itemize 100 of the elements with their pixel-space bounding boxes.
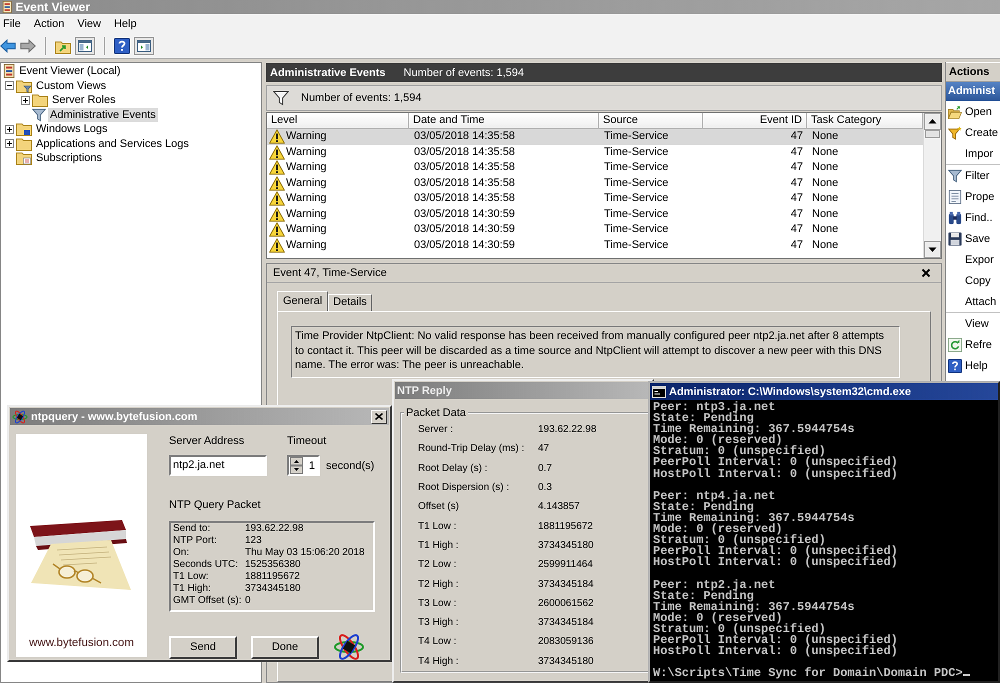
table-row[interactable]: Warning 03/05/2018 14:35:58 Time-Service 47 None <box>267 160 923 176</box>
expand-icon[interactable] <box>20 96 30 105</box>
table-cell-text: None <box>811 206 840 222</box>
command-link[interactable]: Expor <box>946 249 1000 270</box>
server-address-field[interactable]: ntp2.ja.net <box>169 455 267 476</box>
panel-layout-icon[interactable] <box>75 36 95 54</box>
unit-label: second(s) <box>326 460 374 472</box>
tree-item[interactable]: Applications and Services Logs <box>34 136 191 151</box>
menu-item[interactable]: Action <box>34 16 64 32</box>
console-line: PeerPoll Interval: 0 (unspecified) <box>653 457 899 469</box>
command-link[interactable]: Find.. <box>946 207 1000 228</box>
collapse-icon[interactable] <box>4 81 14 90</box>
tab[interactable]: Details <box>328 294 372 311</box>
warning-icon <box>269 129 285 144</box>
table-cell: Warning <box>286 222 327 238</box>
close-icon[interactable] <box>921 268 931 278</box>
command-link[interactable]: Open <box>946 101 1000 122</box>
menu-item[interactable]: View <box>77 16 101 32</box>
dialog-button[interactable]: Send <box>169 636 237 658</box>
console-line: Peer: ntp4.ja.net <box>653 490 776 502</box>
column-header[interactable]: Level <box>267 113 409 129</box>
table-cell: Warning <box>286 238 327 253</box>
table-row[interactable]: Warning 03/05/2018 14:30:59 Time-Service 47 None <box>267 206 923 222</box>
table-cell-text: 03/05/2018 14:30:59 <box>413 238 516 253</box>
field-label: T1 Low : <box>418 520 458 532</box>
command-link[interactable]: Refre <box>946 334 1000 355</box>
command-link[interactable]: Copy <box>946 270 1000 291</box>
tree-item[interactable]: Windows Logs <box>34 122 110 136</box>
scroll-thumb[interactable] <box>925 130 940 138</box>
console-line: State: Pending <box>653 502 754 513</box>
menu-item[interactable]: Help <box>114 16 137 32</box>
warning-icon <box>269 206 285 222</box>
console-line: Mode: 0 (reserved) <box>653 435 783 446</box>
table-cell-text: 47 <box>790 144 804 160</box>
table-row[interactable]: Warning 03/05/2018 14:30:59 Time-Service 47 None <box>267 222 923 238</box>
warning-icon <box>269 191 285 206</box>
panel-layout-icon[interactable] <box>134 36 154 54</box>
column-header[interactable]: Event ID <box>703 113 807 129</box>
table-cell-text: 03/05/2018 14:30:59 <box>413 206 516 222</box>
command-link[interactable]: Attach <box>946 291 1000 312</box>
command-link[interactable]: View <box>946 313 1000 334</box>
column-header[interactable]: Date and Time <box>409 113 599 129</box>
command-link[interactable]: Help <box>946 355 1000 376</box>
help-icon[interactable] <box>114 38 130 54</box>
menu-item[interactable]: File <box>3 16 21 32</box>
command-link[interactable]: Prope <box>946 186 1000 207</box>
filter-icon <box>948 168 962 182</box>
warning-icon <box>269 144 285 160</box>
scroll-up-icon[interactable] <box>924 113 941 130</box>
packet-value: 193.62.22.98 <box>245 523 304 535</box>
forward-arrow-icon[interactable] <box>20 38 36 52</box>
column-header[interactable]: Task Category <box>807 113 923 129</box>
filter-icon[interactable] <box>273 90 289 106</box>
details-title: Event 47, Time-Service <box>273 267 387 279</box>
packet-label: Seconds UTC: <box>173 559 240 571</box>
command-link[interactable]: Save <box>946 228 1000 249</box>
warning-icon <box>269 176 285 191</box>
table-row[interactable]: Warning 03/05/2018 14:35:58 Time-Service 47 None <box>267 144 923 160</box>
spin-buttons-icon[interactable] <box>290 457 303 474</box>
folder-icon <box>16 136 32 151</box>
table-row[interactable]: Warning 03/05/2018 14:35:58 Time-Service 47 None <box>267 176 923 191</box>
tree-item[interactable]: Custom Views <box>34 78 108 93</box>
dialog-button[interactable]: Done <box>251 636 319 658</box>
scroll-down-icon[interactable] <box>924 241 941 258</box>
tree-item[interactable]: Administrative Events <box>48 108 158 122</box>
expand-icon[interactable] <box>4 139 14 148</box>
tree-item[interactable]: Event Viewer (Local) <box>17 64 123 78</box>
table-row[interactable]: Warning 03/05/2018 14:30:59 Time-Service 47 None <box>267 238 923 253</box>
command-link[interactable]: Impor <box>946 143 1000 164</box>
table-row[interactable]: Warning 03/05/2018 14:35:58 Time-Service 47 None <box>267 129 923 144</box>
field-label: Timeout <box>287 434 326 448</box>
table-cell-text: 47 <box>790 129 804 144</box>
document-icon <box>948 190 962 204</box>
table-cell-text: 03/05/2018 14:35:58 <box>413 176 516 191</box>
tab[interactable]: General <box>277 291 328 311</box>
section-header[interactable]: Administ <box>946 82 1000 101</box>
refresh-icon <box>948 338 962 352</box>
timeout-field[interactable]: 1 <box>287 455 320 476</box>
table-cell: Warning <box>286 176 327 191</box>
field-value: 2600061562 <box>538 598 595 609</box>
command-link[interactable]: Create <box>946 122 1000 143</box>
tree-item[interactable]: Subscriptions <box>34 151 104 166</box>
table-cell-text: 47 <box>790 191 804 206</box>
column-header[interactable]: Source <box>599 113 703 129</box>
command-link[interactable]: Filter <box>946 165 1000 186</box>
table-row[interactable]: Warning 03/05/2018 14:35:58 Time-Service 47 None <box>267 191 923 206</box>
console-line: Mode: 0 (reserved) <box>653 612 783 624</box>
table-cell-text: None <box>811 238 840 253</box>
close-icon <box>375 413 383 420</box>
folder-icon <box>948 104 962 118</box>
field-value: 0.3 <box>538 482 553 494</box>
tree-item[interactable]: Server Roles <box>50 93 118 108</box>
close-button[interactable] <box>371 410 387 424</box>
folder-icon <box>32 93 48 108</box>
expand-icon[interactable] <box>4 124 14 134</box>
field-value: 4.143857 <box>538 501 581 512</box>
back-arrow-icon[interactable] <box>0 38 16 52</box>
pane-title: Actions <box>946 63 1000 82</box>
window-title: Event Viewer <box>16 0 90 14</box>
section-label: NTP Query Packet <box>169 498 262 512</box>
